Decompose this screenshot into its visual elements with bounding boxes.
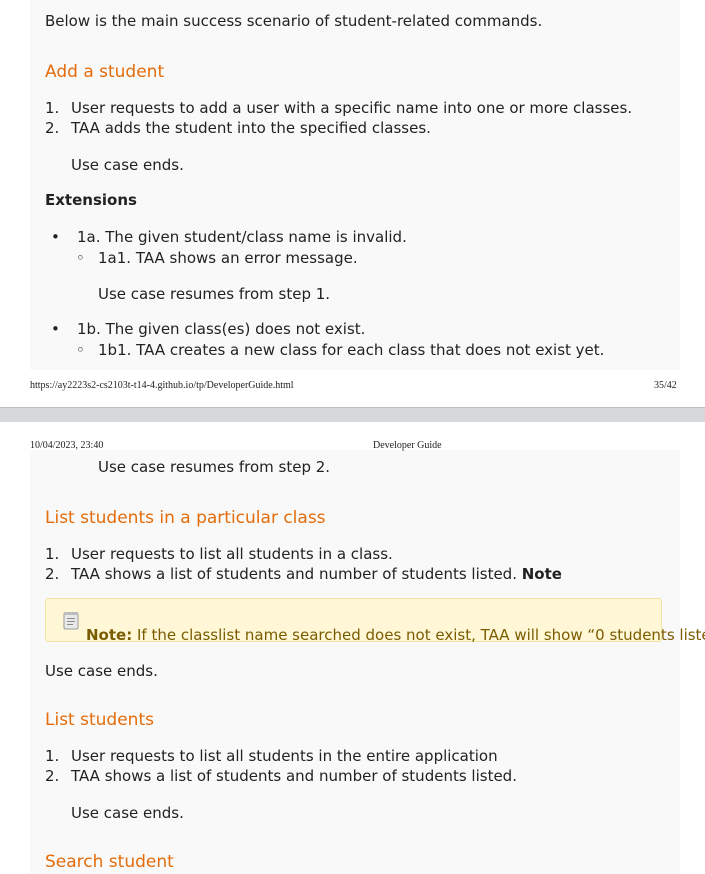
- extension-1a-resume: Use case resumes from step 1.: [98, 285, 331, 303]
- list-item: 1. User requests to list all students in …: [45, 747, 498, 765]
- intro-text: Below is the main success scenario of st…: [45, 12, 543, 30]
- extensions-heading: Extensions: [45, 191, 137, 209]
- heading-list-in-class: List students in a particular class: [45, 508, 326, 528]
- extension-1a1: ◦ 1a1. TAA shows an error message.: [76, 249, 358, 267]
- note-icon: [63, 612, 79, 630]
- list-item: 2. TAA adds the student into the specifie…: [45, 119, 431, 137]
- add-student-steps: 1. User requests to add a user with a spe…: [45, 98, 632, 138]
- pdf-page-35: Below is the main success scenario of st…: [0, 0, 705, 407]
- resume-step-2: Use case resumes from step 2.: [98, 458, 331, 476]
- list-in-class-steps: 1. User requests to list all students in …: [45, 544, 562, 584]
- extension-1b: • 1b. The given class(es) does not exist.: [51, 320, 366, 338]
- page-separator: [0, 407, 705, 423]
- header-title: Developer Guide: [373, 440, 442, 451]
- header-date: 10/04/2023, 23:40: [30, 440, 104, 451]
- use-case-ends: Use case ends.: [71, 156, 184, 174]
- heading-add-student: Add a student: [45, 62, 165, 82]
- heading-search-student: Search student: [45, 852, 174, 872]
- list-item: 2. TAA shows a list of students and numbe…: [45, 767, 517, 785]
- footer-page-number: 35/42: [654, 380, 677, 391]
- extension-1b1: ◦ 1b1. TAA creates a new class for each c…: [76, 341, 605, 359]
- use-case-ends: Use case ends.: [45, 662, 158, 680]
- list-students-steps: 1. User requests to list all students in …: [45, 746, 517, 786]
- extension-1a: • 1a. The given student/class name is inv…: [51, 228, 407, 246]
- list-item: 1. User requests to add a user with a spe…: [45, 99, 633, 117]
- page-content: [30, 0, 680, 370]
- note-link[interactable]: Note: [522, 565, 562, 583]
- use-case-ends: Use case ends.: [71, 804, 184, 822]
- note-text: Note: If the classlist name searched doe…: [86, 626, 705, 644]
- footer-url: https://ay2223s2-cs2103t-t14-4.github.io…: [30, 380, 294, 391]
- list-item: 2. TAA shows a list of students and numbe…: [45, 565, 562, 583]
- heading-list-students: List students: [45, 710, 154, 730]
- list-item: 1. User requests to list all students in …: [45, 545, 393, 563]
- note-callout: Note: If the classlist name searched doe…: [45, 598, 705, 644]
